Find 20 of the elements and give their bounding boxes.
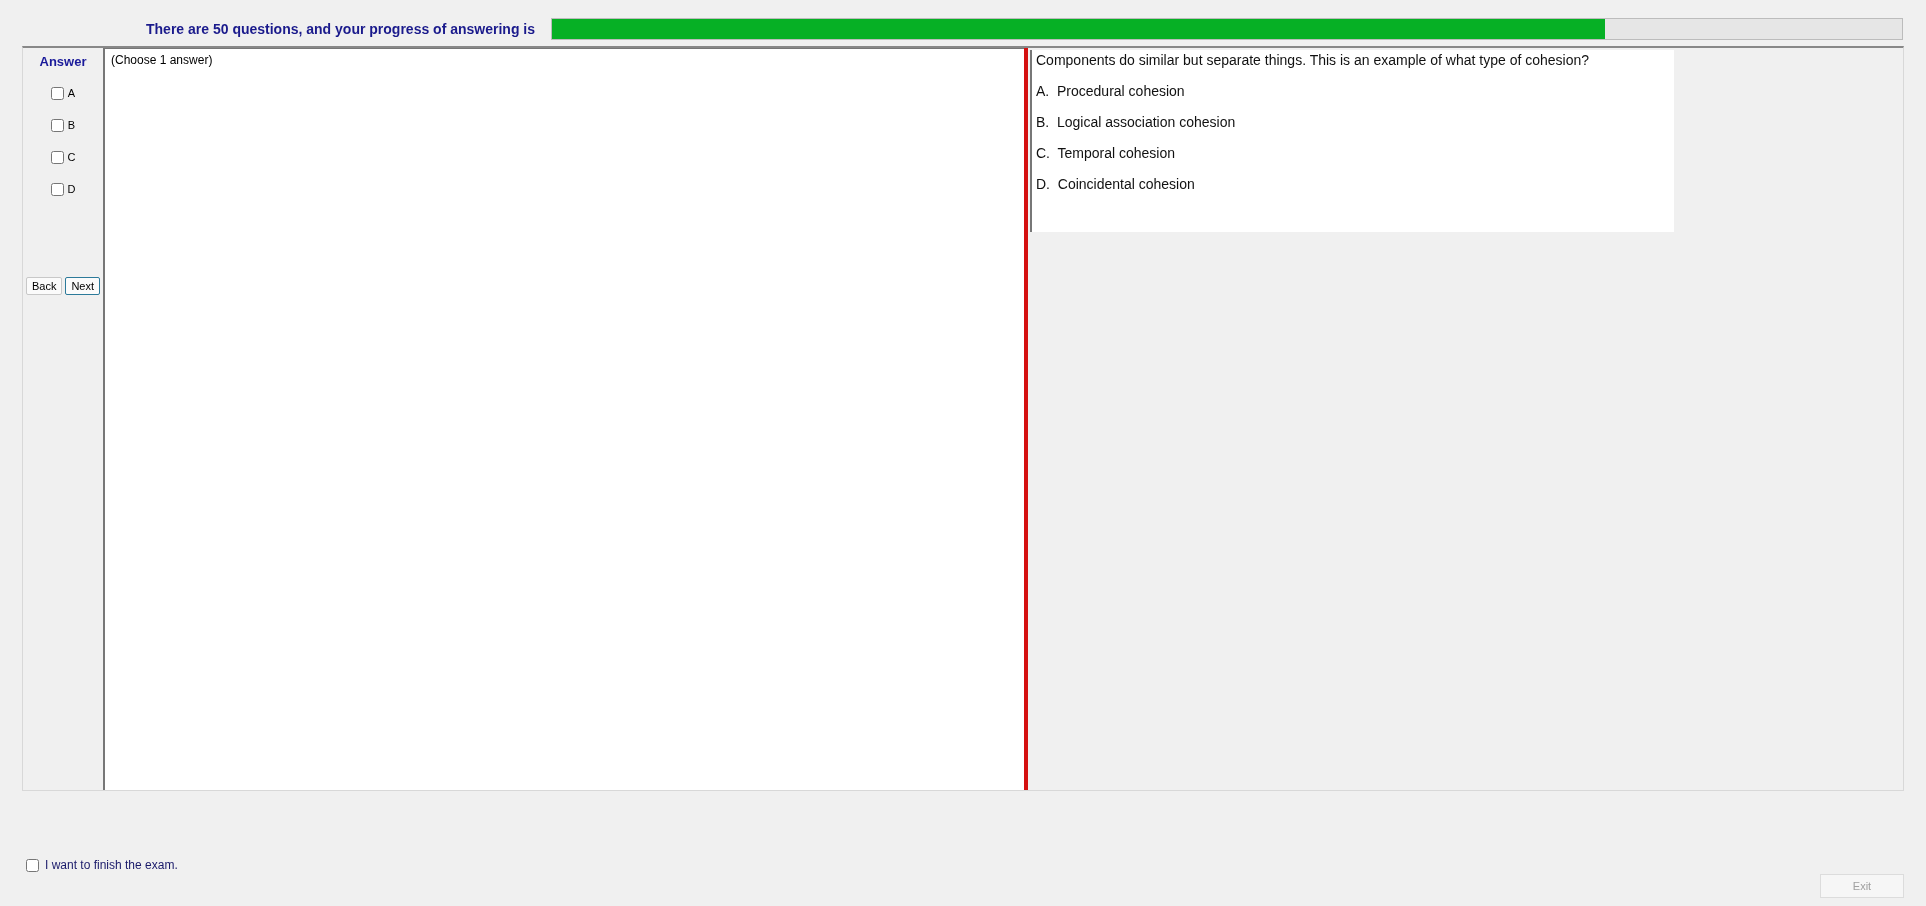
answer-checkbox[interactable] <box>50 86 64 100</box>
option-label: B <box>67 119 76 131</box>
choice-text: B. Logical association cohesion <box>1036 114 1237 130</box>
next-button[interactable]: Next <box>65 277 101 295</box>
choice-text: D. Coincidental cohesion <box>1036 176 1196 192</box>
answer-heading: Answer <box>39 54 87 69</box>
choice-text: C. Temporal cohesion <box>1036 145 1177 161</box>
back-button[interactable]: Back <box>25 277 63 295</box>
question-text: Components do similar but separate things. This is an example of what type of cohesion? <box>1036 52 1591 68</box>
progress-label: There are 50 questions, and your progress of answering is <box>146 21 535 37</box>
answer-checkbox[interactable] <box>50 150 64 164</box>
answer-text-area[interactable]: (Choose 1 answer) <box>103 48 1024 790</box>
option-label: A <box>67 87 76 99</box>
answer-checkbox[interactable] <box>50 182 64 196</box>
answer-checkbox[interactable] <box>50 118 64 132</box>
choice-text: A. Procedural cohesion <box>1036 83 1186 99</box>
option-label: D <box>67 183 76 195</box>
option-label: C <box>67 151 76 163</box>
finish-checkbox[interactable] <box>26 858 39 872</box>
finish-label: I want to finish the exam. <box>45 858 178 872</box>
